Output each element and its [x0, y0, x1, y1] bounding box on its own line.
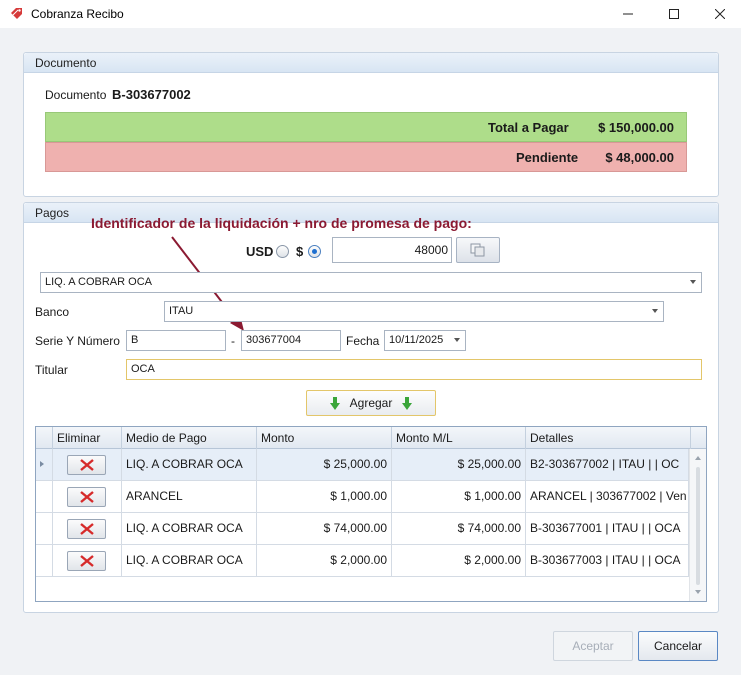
- maximize-button[interactable]: [651, 0, 697, 28]
- currency-usd-radio[interactable]: [276, 245, 289, 258]
- titular-input[interactable]: OCA: [126, 359, 702, 380]
- delete-row-button[interactable]: [67, 455, 106, 475]
- annotation-text: Identificador de la liquidación + nro de…: [91, 215, 472, 231]
- close-icon: [715, 9, 725, 19]
- minimize-icon: [623, 13, 633, 15]
- numero-input[interactable]: 303677004: [241, 330, 341, 351]
- grid-vertical-scrollbar[interactable]: [689, 449, 706, 601]
- eliminar-cell: [53, 513, 122, 545]
- detalles-cell: B-303677001 | ITAU | | OCA: [526, 513, 689, 545]
- monto-ml-cell: $ 74,000.00: [392, 513, 526, 545]
- monto-ml-cell: $ 2,000.00: [392, 545, 526, 577]
- eliminar-cell: [53, 481, 122, 513]
- red-x-icon: [79, 523, 94, 535]
- serie-dash: -: [231, 334, 235, 348]
- green-down-arrow-icon: [402, 396, 413, 410]
- red-x-icon: [79, 459, 94, 471]
- receipt-tag-icon: [11, 8, 22, 19]
- monto-cell: $ 2,000.00: [257, 545, 392, 577]
- serie-label: Serie Y Número: [35, 334, 120, 348]
- scroll-thumb[interactable]: [696, 467, 700, 585]
- monto-ml-cell: $ 1,000.00: [392, 481, 526, 513]
- monto-ml-cell: $ 25,000.00: [392, 449, 526, 481]
- currency-peso-label: $: [296, 244, 304, 259]
- table-row[interactable]: LIQ. A COBRAR OCA $ 74,000.00 $ 74,000.0…: [36, 513, 689, 545]
- monto-cell: $ 25,000.00: [257, 449, 392, 481]
- chevron-down-icon: [652, 309, 658, 313]
- agregar-button[interactable]: Agregar: [306, 390, 436, 416]
- cancelar-button[interactable]: Cancelar: [638, 631, 718, 661]
- serie-input[interactable]: B: [126, 330, 226, 351]
- delete-row-button[interactable]: [67, 487, 106, 507]
- total-a-pagar-label: Total a Pagar: [488, 120, 569, 135]
- row-header-cell: [36, 545, 53, 577]
- green-down-arrow-icon: [329, 396, 340, 410]
- medio-pago-combo[interactable]: LIQ. A COBRAR OCA: [40, 272, 702, 293]
- row-header-cell: [36, 481, 53, 513]
- red-x-icon: [79, 491, 94, 503]
- pagos-grid: Eliminar Medio de Pago Monto Monto M/L D…: [35, 426, 707, 602]
- monto-cell: $ 74,000.00: [257, 513, 392, 545]
- close-button[interactable]: [697, 0, 741, 28]
- fecha-label: Fecha: [346, 334, 380, 348]
- detalles-cell: ARANCEL | 303677002 | Ven: [526, 481, 689, 513]
- pendiente-amount: $ 48,000.00: [605, 150, 674, 165]
- scroll-down-icon[interactable]: [695, 590, 701, 594]
- col-monto[interactable]: Monto: [257, 427, 392, 449]
- medio-cell: LIQ. A COBRAR OCA: [122, 449, 257, 481]
- eliminar-cell: [53, 449, 122, 481]
- pendiente-label: Pendiente: [516, 150, 579, 165]
- window-title: Cobranza Recibo: [31, 7, 124, 21]
- banco-combo[interactable]: ITAU: [164, 301, 664, 322]
- pendiente-bar: Pendiente $ 48,000.00: [45, 142, 687, 172]
- maximize-icon: [669, 9, 679, 19]
- amount-input[interactable]: 48000: [332, 237, 452, 263]
- col-eliminar[interactable]: Eliminar: [53, 427, 122, 449]
- documento-value: B-303677002: [112, 87, 191, 102]
- title-bar: Cobranza Recibo: [0, 0, 741, 28]
- medio-cell: ARANCEL: [122, 481, 257, 513]
- row-header-cell: [36, 449, 53, 481]
- medio-pago-value: LIQ. A COBRAR OCA: [45, 276, 152, 288]
- total-a-pagar-amount: $ 150,000.00: [598, 120, 674, 135]
- row-header-cell: [36, 513, 53, 545]
- currency-usd-label: USD: [246, 244, 274, 259]
- detalles-cell: B2-303677002 | ITAU | | OC: [526, 449, 689, 481]
- table-row[interactable]: LIQ. A COBRAR OCA $ 2,000.00 $ 2,000.00 …: [36, 545, 689, 577]
- medio-cell: LIQ. A COBRAR OCA: [122, 513, 257, 545]
- row-header-cell: [36, 427, 53, 449]
- copy-icon: [470, 243, 485, 257]
- col-medio-pago[interactable]: Medio de Pago: [122, 427, 257, 449]
- minimize-button[interactable]: [605, 0, 651, 28]
- col-monto-ml[interactable]: Monto M/L: [392, 427, 526, 449]
- fecha-picker[interactable]: 10/11/2025: [384, 330, 466, 351]
- chevron-down-icon: [454, 338, 460, 342]
- col-detalles[interactable]: Detalles: [526, 427, 691, 449]
- detalles-cell: B-303677003 | ITAU | | OCA: [526, 545, 689, 577]
- delete-row-button[interactable]: [67, 519, 106, 539]
- monto-cell: $ 1,000.00: [257, 481, 392, 513]
- row-indicator-icon: [40, 461, 44, 467]
- table-row[interactable]: ARANCEL $ 1,000.00 $ 1,000.00 ARANCEL | …: [36, 481, 689, 513]
- banco-value: ITAU: [169, 305, 194, 317]
- banco-label: Banco: [35, 305, 70, 319]
- table-row[interactable]: LIQ. A COBRAR OCA $ 25,000.00 $ 25,000.0…: [36, 449, 689, 481]
- fecha-value: 10/11/2025: [389, 334, 444, 346]
- documento-label: Documento: [45, 88, 107, 102]
- chevron-down-icon: [690, 280, 696, 284]
- agregar-label: Agregar: [349, 396, 393, 410]
- scroll-up-icon[interactable]: [695, 456, 701, 460]
- documento-header: Documento: [24, 53, 718, 73]
- titular-label: Titular: [35, 363, 68, 377]
- total-a-pagar-bar: Total a Pagar $ 150,000.00: [45, 112, 687, 142]
- eliminar-cell: [53, 545, 122, 577]
- red-x-icon: [79, 555, 94, 567]
- documento-panel: Documento Documento B-303677002 Total a …: [23, 52, 719, 197]
- currency-peso-radio[interactable]: [308, 245, 321, 258]
- copy-amount-button[interactable]: [456, 237, 500, 263]
- aceptar-button[interactable]: Aceptar: [553, 631, 633, 661]
- delete-row-button[interactable]: [67, 551, 106, 571]
- grid-header: Eliminar Medio de Pago Monto Monto M/L D…: [36, 427, 706, 449]
- medio-cell: LIQ. A COBRAR OCA: [122, 545, 257, 577]
